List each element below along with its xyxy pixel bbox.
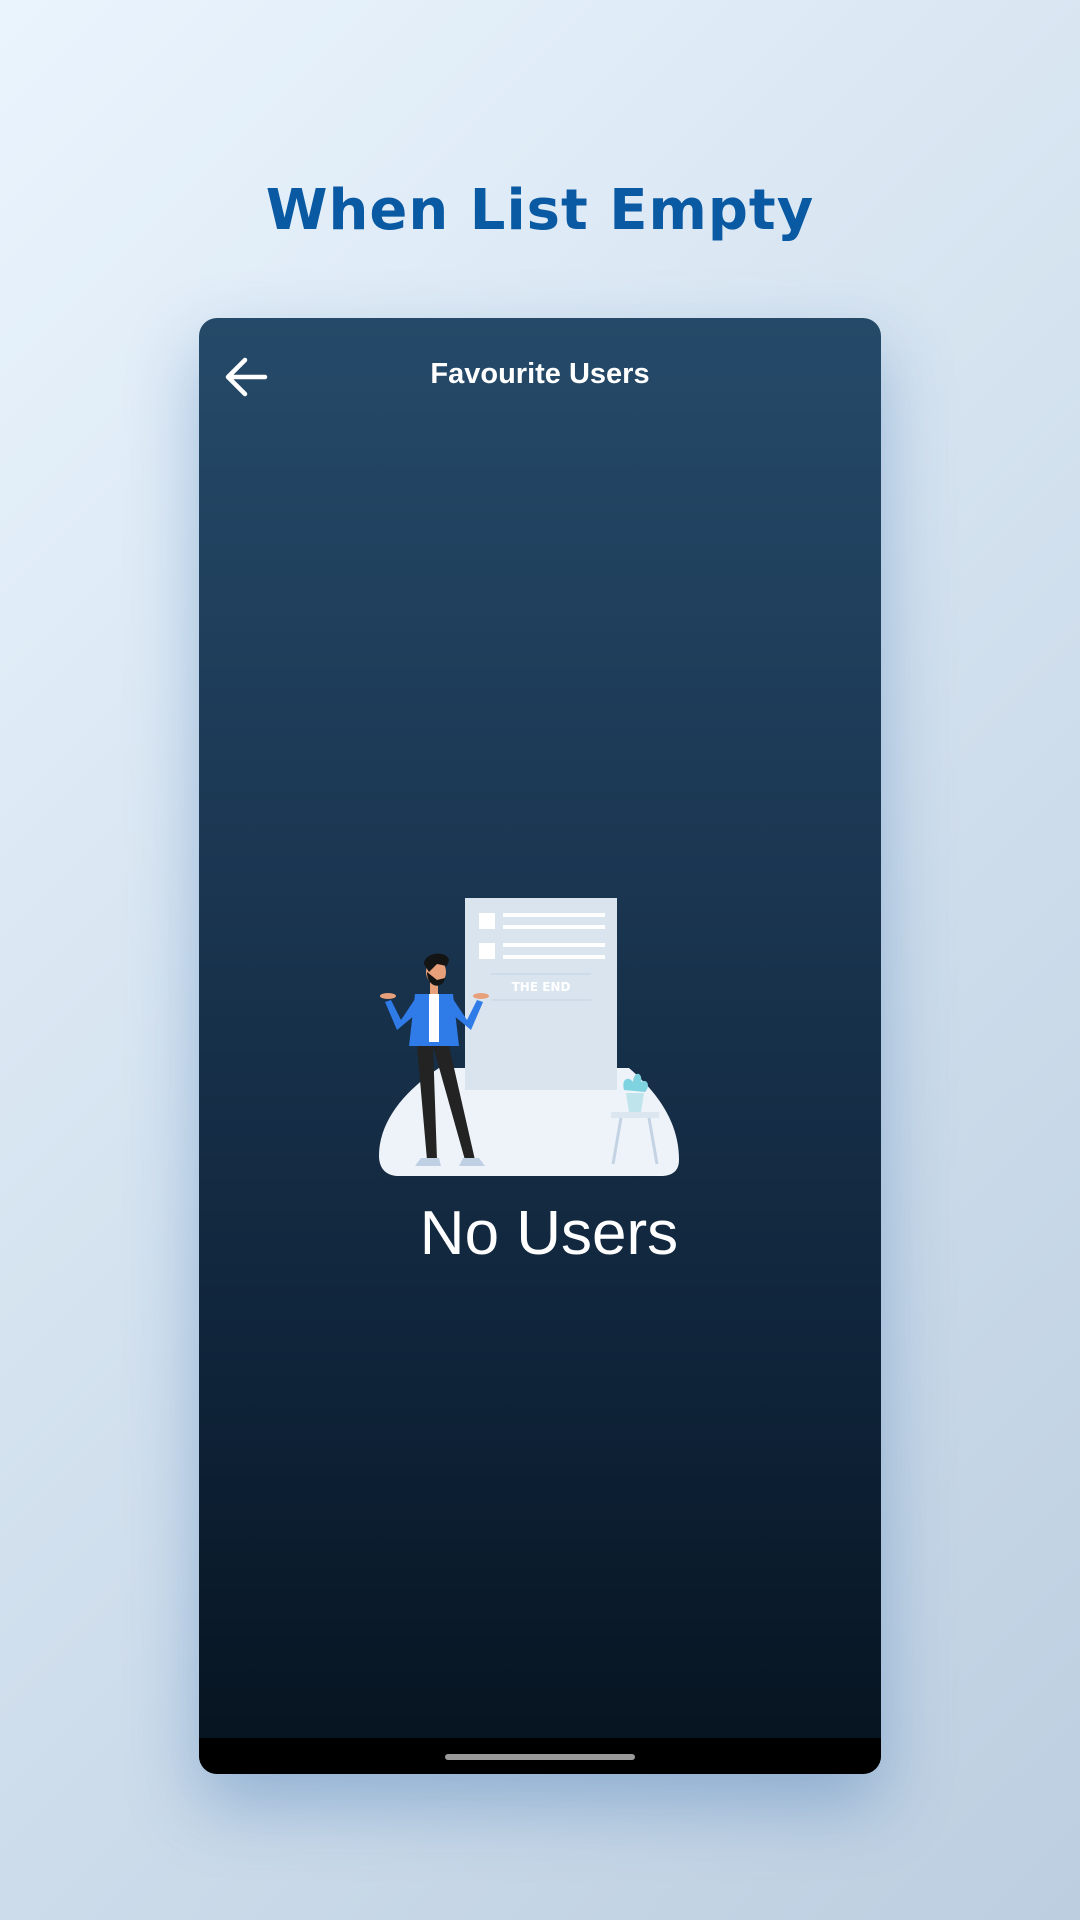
illustration-caption: THE END <box>512 980 571 994</box>
app-bar: Favourite Users <box>199 318 881 436</box>
empty-state-message: No Users <box>419 1199 679 1268</box>
phone-screen: Favourite Users THE END No Users <box>199 318 881 1774</box>
arrow-left-icon <box>225 357 268 397</box>
page-heading: When List Empty <box>265 178 815 243</box>
empty-list-illustration: THE END <box>379 898 679 1176</box>
back-button[interactable] <box>221 352 271 402</box>
home-indicator[interactable] <box>445 1754 635 1760</box>
app-bar-title: Favourite Users <box>430 358 650 390</box>
system-nav-bar <box>199 1738 881 1774</box>
